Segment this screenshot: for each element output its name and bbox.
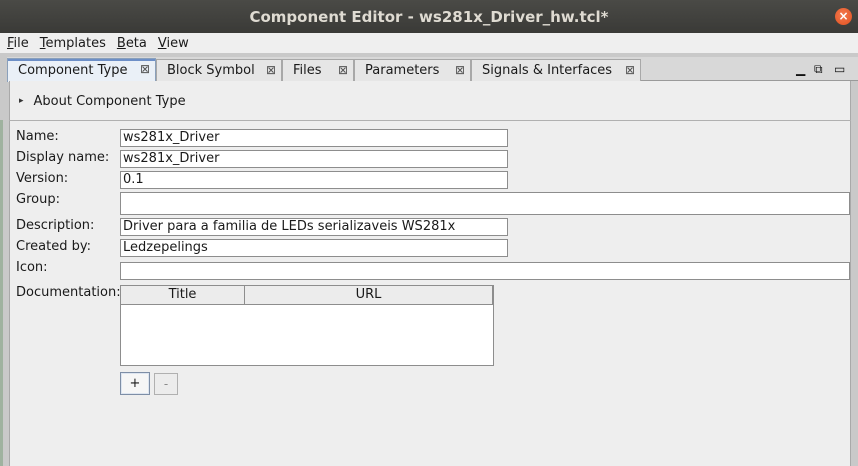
tab-files[interactable]: Files ⊠ bbox=[282, 59, 354, 81]
menu-bar: File Templates Beta View bbox=[0, 33, 858, 53]
tab-close-icon[interactable]: ⊠ bbox=[338, 63, 348, 77]
tab-parameters[interactable]: Parameters ⊠ bbox=[354, 59, 471, 81]
remove-documentation-button[interactable]: - bbox=[154, 373, 178, 395]
maximize-icon[interactable]: ▭ bbox=[834, 62, 845, 76]
background-window-edge bbox=[0, 120, 3, 466]
tab-close-icon[interactable]: ⊠ bbox=[266, 63, 276, 77]
menu-beta[interactable]: Beta bbox=[113, 36, 151, 51]
menu-view[interactable]: View bbox=[154, 36, 193, 51]
tab-signals-interfaces[interactable]: Signals & Interfaces ⊠ bbox=[471, 59, 641, 81]
add-documentation-button[interactable]: + bbox=[120, 372, 150, 395]
tab-close-icon[interactable]: ⊠ bbox=[140, 62, 150, 76]
description-field[interactable]: Driver para a familia de LEDs serializav… bbox=[120, 218, 508, 236]
menu-templates[interactable]: Templates bbox=[36, 36, 110, 51]
divider bbox=[9, 120, 851, 121]
restore-icon[interactable]: ⧉ bbox=[814, 62, 823, 77]
minimize-icon[interactable]: ▁ bbox=[796, 62, 805, 76]
window-title: Component Editor - ws281x_Driver_hw.tcl* bbox=[249, 7, 609, 26]
group-label: Group: bbox=[16, 192, 60, 207]
display-name-label: Display name: bbox=[16, 150, 110, 165]
tab-block-symbol[interactable]: Block Symbol ⊠ bbox=[156, 59, 282, 81]
version-label: Version: bbox=[16, 171, 69, 186]
created-by-label: Created by: bbox=[16, 239, 91, 254]
tab-component-type[interactable]: Component Type ⊠ bbox=[7, 58, 156, 82]
icon-label: Icon: bbox=[16, 260, 48, 275]
about-component-type-toggle[interactable]: ▸ About Component Type bbox=[9, 82, 851, 120]
description-label: Description: bbox=[16, 218, 95, 233]
table-header: Title URL bbox=[121, 286, 493, 305]
documentation-label: Documentation: bbox=[16, 285, 121, 300]
name-field[interactable]: ws281x_Driver bbox=[120, 129, 508, 147]
column-header-url[interactable]: URL bbox=[245, 286, 493, 305]
created-by-field[interactable]: Ledzepelings bbox=[120, 239, 508, 257]
expand-arrow-icon: ▸ bbox=[19, 96, 24, 106]
name-label: Name: bbox=[16, 129, 59, 144]
close-window-button[interactable]: × bbox=[835, 8, 852, 25]
tab-close-icon[interactable]: ⊠ bbox=[625, 63, 635, 77]
tab-strip: Component Type ⊠ Block Symbol ⊠ Files ⊠ … bbox=[7, 57, 858, 82]
menu-file[interactable]: File bbox=[3, 36, 33, 51]
window-titlebar: Component Editor - ws281x_Driver_hw.tcl*… bbox=[0, 0, 858, 33]
column-header-title[interactable]: Title bbox=[121, 286, 245, 305]
group-combobox[interactable] bbox=[120, 192, 850, 215]
display-name-field[interactable]: ws281x_Driver bbox=[120, 150, 508, 168]
documentation-table[interactable]: Title URL bbox=[120, 285, 494, 366]
tab-close-icon[interactable]: ⊠ bbox=[455, 63, 465, 77]
version-field[interactable]: 0.1 bbox=[120, 171, 508, 189]
about-label: About Component Type bbox=[33, 93, 186, 109]
icon-field[interactable] bbox=[120, 262, 850, 280]
